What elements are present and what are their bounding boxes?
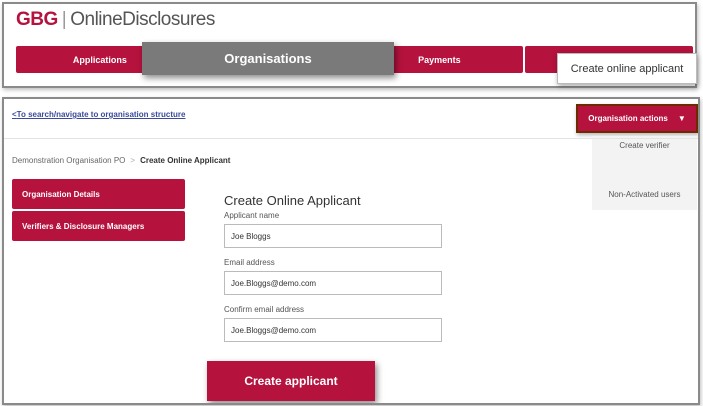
breadcrumb: Demonstration Organisation PO > Create Onl…	[12, 156, 230, 165]
confirm-email-label: Confirm email address	[224, 305, 305, 314]
applicant-name-input[interactable]	[224, 224, 442, 248]
breadcrumb-current: Create Online Applicant	[140, 156, 231, 165]
sidebar-item-organisation-details[interactable]: Organisation Details	[12, 179, 185, 209]
organisation-actions-menu: Create verifier Non-Activated users	[592, 136, 697, 210]
create-applicant-form: Create Online Applicant Applicant name E…	[224, 193, 464, 352]
confirm-email-input[interactable]	[224, 318, 442, 342]
sidebar: Organisation Details Verifiers & Disclos…	[12, 179, 185, 243]
menu-item-create-verifier[interactable]: Create verifier	[592, 141, 697, 150]
menu-item-non-activated-users[interactable]: Non-Activated users	[592, 190, 697, 199]
main-panel: <To search/navigate to organisation stru…	[2, 97, 700, 405]
divider	[4, 138, 698, 139]
form-title: Create Online Applicant	[224, 193, 361, 208]
menu-item-create-online-applicant[interactable]: Create online applicant	[557, 53, 697, 84]
breadcrumb-parent[interactable]: Demonstration Organisation PO	[12, 156, 125, 165]
email-input[interactable]	[224, 271, 442, 295]
organisation-actions-button[interactable]: Organisation actions ▼	[576, 104, 698, 133]
create-applicant-button[interactable]: Create applicant	[207, 361, 375, 401]
sidebar-item-verifiers[interactable]: Verifiers & Disclosure Managers	[12, 211, 185, 241]
logo: GBG | OnlineDisclosures	[16, 9, 215, 31]
breadcrumb-chevron-icon: >	[130, 156, 136, 165]
dropdown-arrow-icon: ▼	[677, 114, 686, 123]
nav-organisations-highlight[interactable]: Organisations	[142, 42, 394, 75]
logo-brand: GBG	[16, 9, 58, 30]
logo-separator: |	[61, 9, 67, 30]
back-to-search-link[interactable]: <To search/navigate to organisation stru…	[12, 110, 185, 119]
logo-product: OnlineDisclosures	[70, 9, 215, 30]
organisation-actions-label: Organisation actions	[588, 114, 668, 123]
back-link-label: To search/navigate to organisation struc…	[16, 110, 186, 119]
email-label: Email address	[224, 258, 275, 267]
applicant-name-label: Applicant name	[224, 211, 280, 220]
